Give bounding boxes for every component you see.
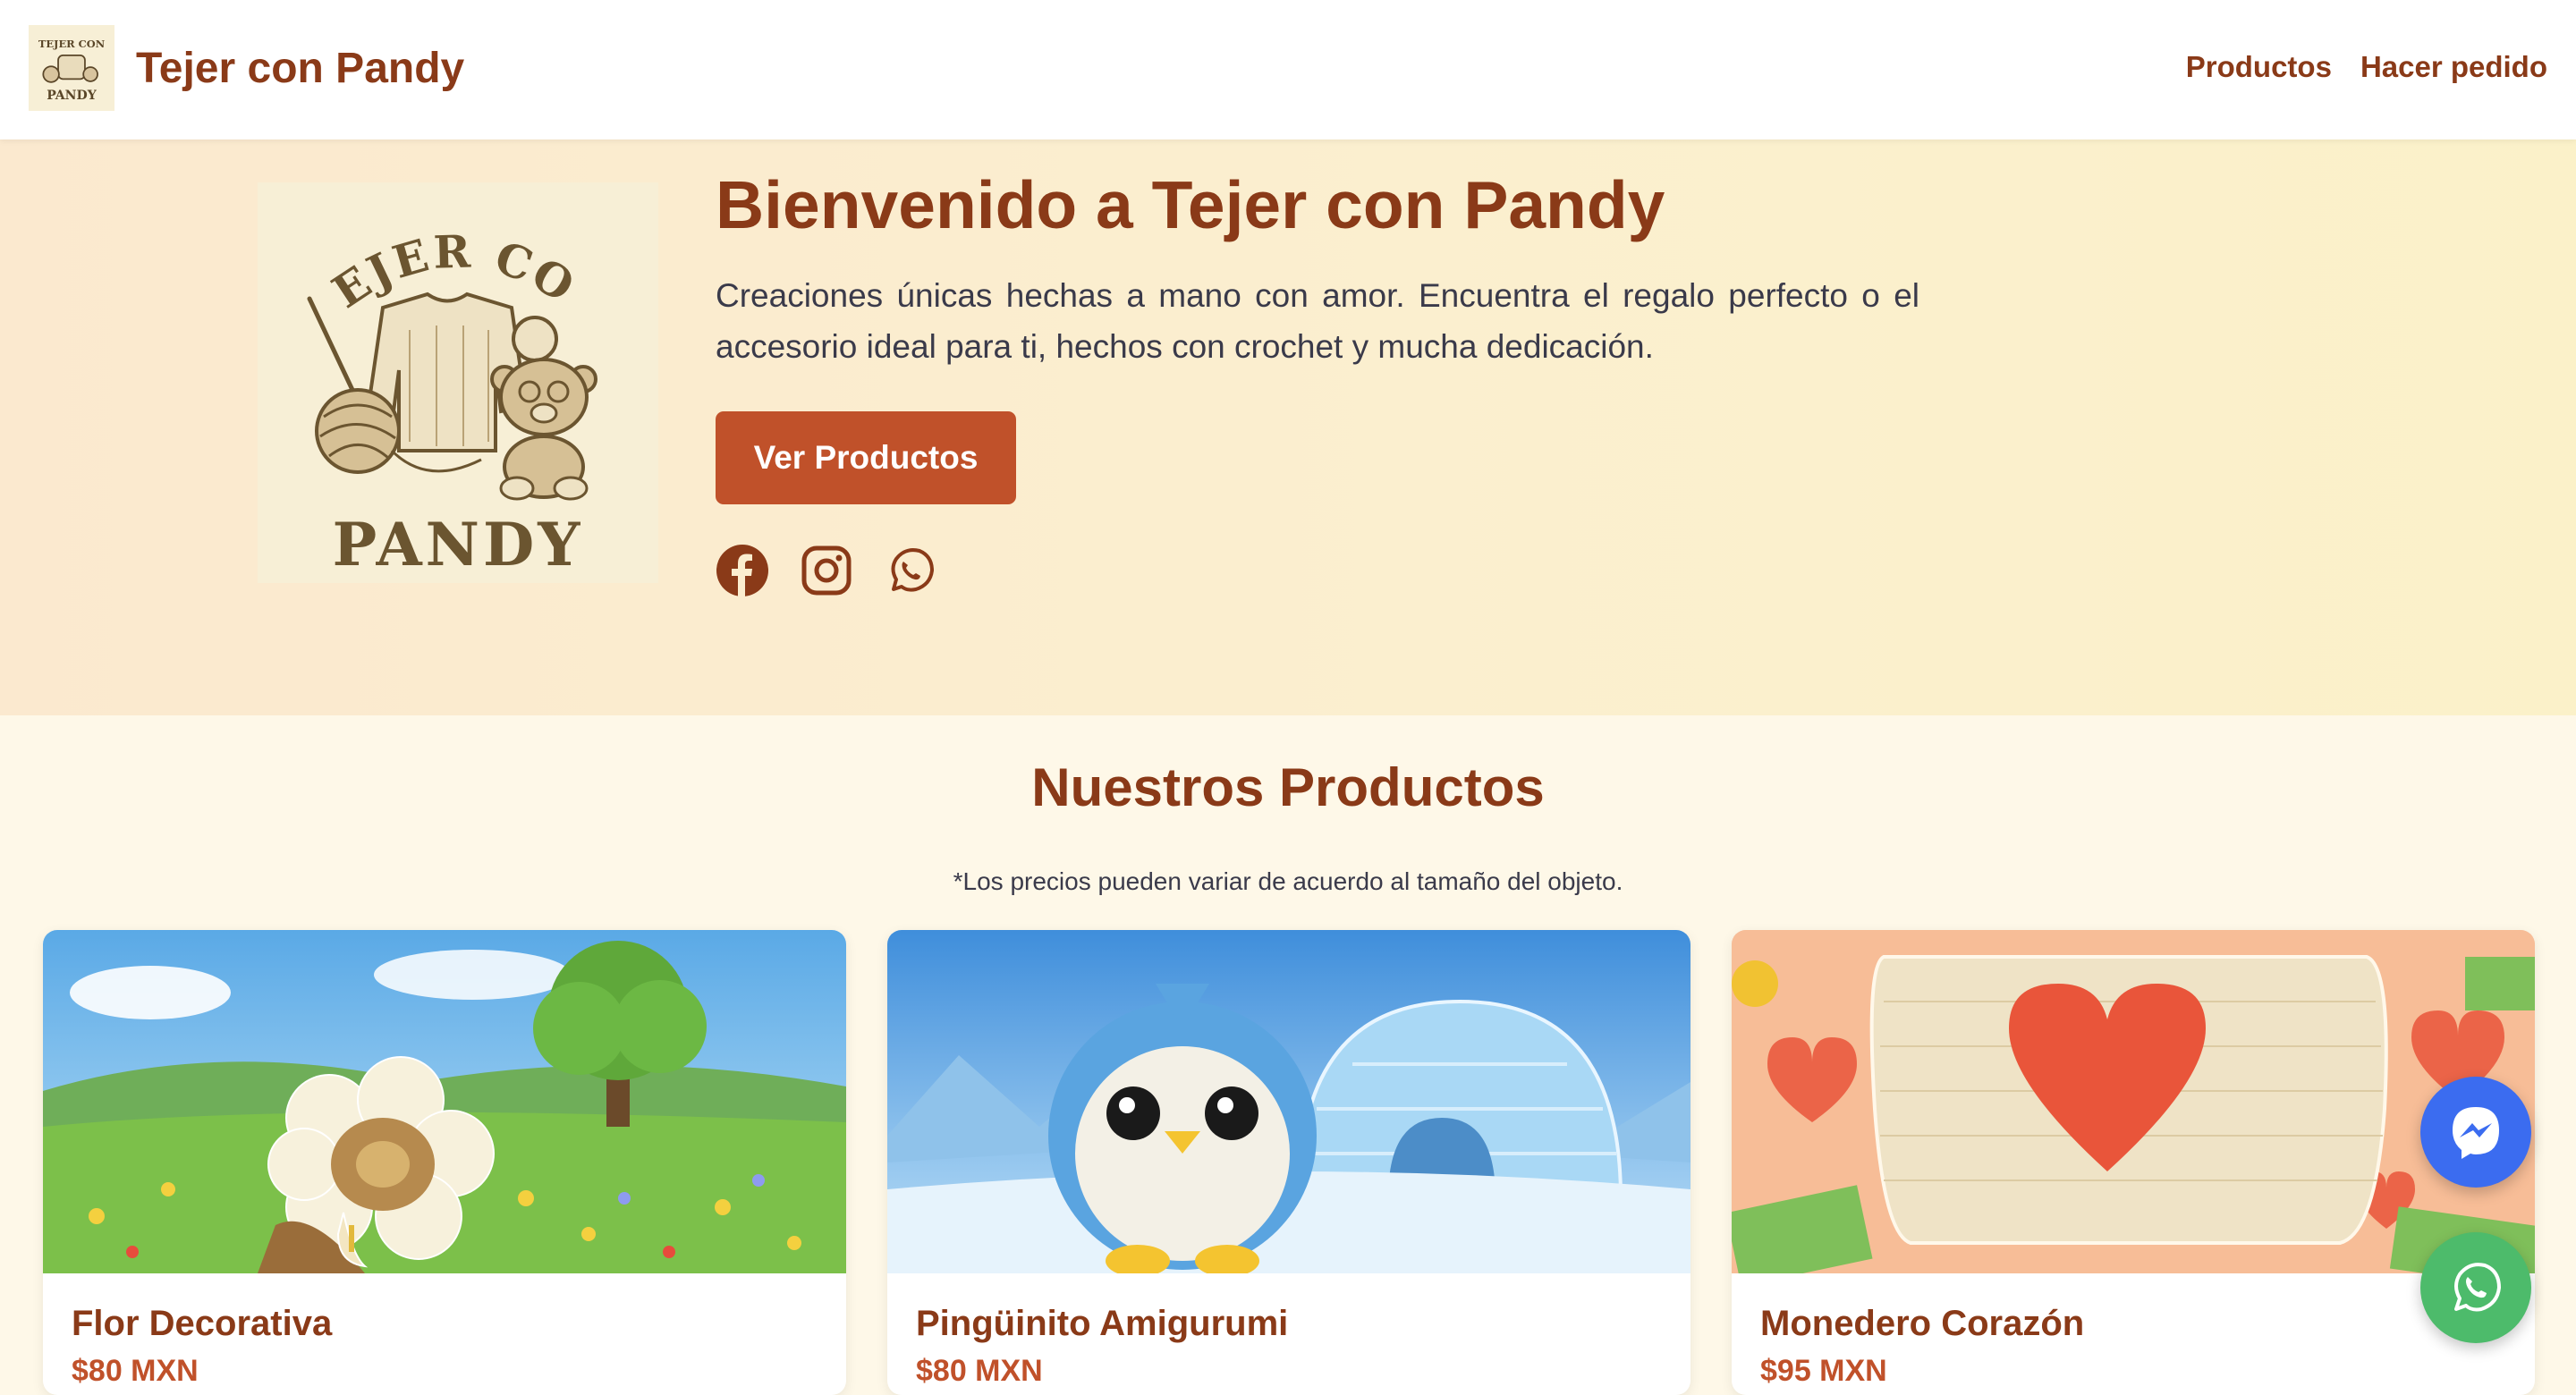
- product-name: Flor Decorativa: [72, 1304, 333, 1343]
- product-card[interactable]: Pingüinito Amigurumi $80 MXN: [887, 930, 1690, 1395]
- product-card[interactable]: Flor Decorativa $80 MXN: [43, 930, 846, 1395]
- product-price: $80 MXN: [916, 1354, 1043, 1388]
- nav-hacer-pedido-link[interactable]: Hacer pedido: [2360, 50, 2547, 84]
- svg-text:PANDY: PANDY: [333, 510, 584, 579]
- messenger-icon: [2453, 1107, 2499, 1159]
- hero-description: Creaciones únicas hechas a mano con amor…: [716, 277, 1919, 365]
- nav-productos-link[interactable]: Productos: [2186, 50, 2332, 84]
- product-image-pinguinito-amigurumi: [887, 930, 1690, 1273]
- brand[interactable]: TEJER CON PANDY Tejer con Pandy: [29, 25, 464, 111]
- product-card[interactable]: Monedero Corazón $95 MXN: [1732, 930, 2535, 1395]
- ver-productos-button[interactable]: Ver Productos: [716, 411, 1016, 504]
- product-image-monedero-corazon: [1732, 930, 2535, 1273]
- svg-text:PANDY: PANDY: [47, 89, 97, 103]
- main-nav: Productos Hacer pedido: [2186, 50, 2547, 84]
- hero-section: TEJER CON PANDY Bienvenido a Tejer c: [0, 140, 2576, 715]
- product-image-flor-decorativa: [43, 930, 846, 1273]
- facebook-icon[interactable]: [716, 544, 769, 597]
- whatsapp-icon: [2454, 1263, 2501, 1312]
- brand-logo: TEJER CON PANDY: [29, 25, 114, 111]
- products-title: Nuestros Productos: [1031, 757, 1545, 817]
- product-name: Monedero Corazón: [1760, 1304, 2085, 1343]
- products-price-note: *Los precios pueden variar de acuerdo al…: [953, 867, 1623, 895]
- svg-text:TEJER CON: TEJER CON: [38, 38, 105, 50]
- product-price: $80 MXN: [72, 1354, 199, 1388]
- brand-name[interactable]: Tejer con Pandy: [136, 44, 464, 93]
- instagram-icon[interactable]: [800, 544, 853, 597]
- whatsapp-float-button[interactable]: [2420, 1232, 2531, 1343]
- product-price: $95 MXN: [1760, 1354, 1887, 1388]
- product-name: Pingüinito Amigurumi: [916, 1304, 1289, 1343]
- hero-logo: TEJER CON PANDY: [236, 140, 658, 583]
- whatsapp-icon[interactable]: [884, 544, 937, 597]
- messenger-float-button[interactable]: [2420, 1077, 2531, 1188]
- social-links: [716, 544, 937, 597]
- hero-title: Bienvenido a Tejer con Pandy: [716, 167, 1665, 242]
- top-navbar: TEJER CON PANDY Tejer con Pandy Producto…: [0, 0, 2576, 140]
